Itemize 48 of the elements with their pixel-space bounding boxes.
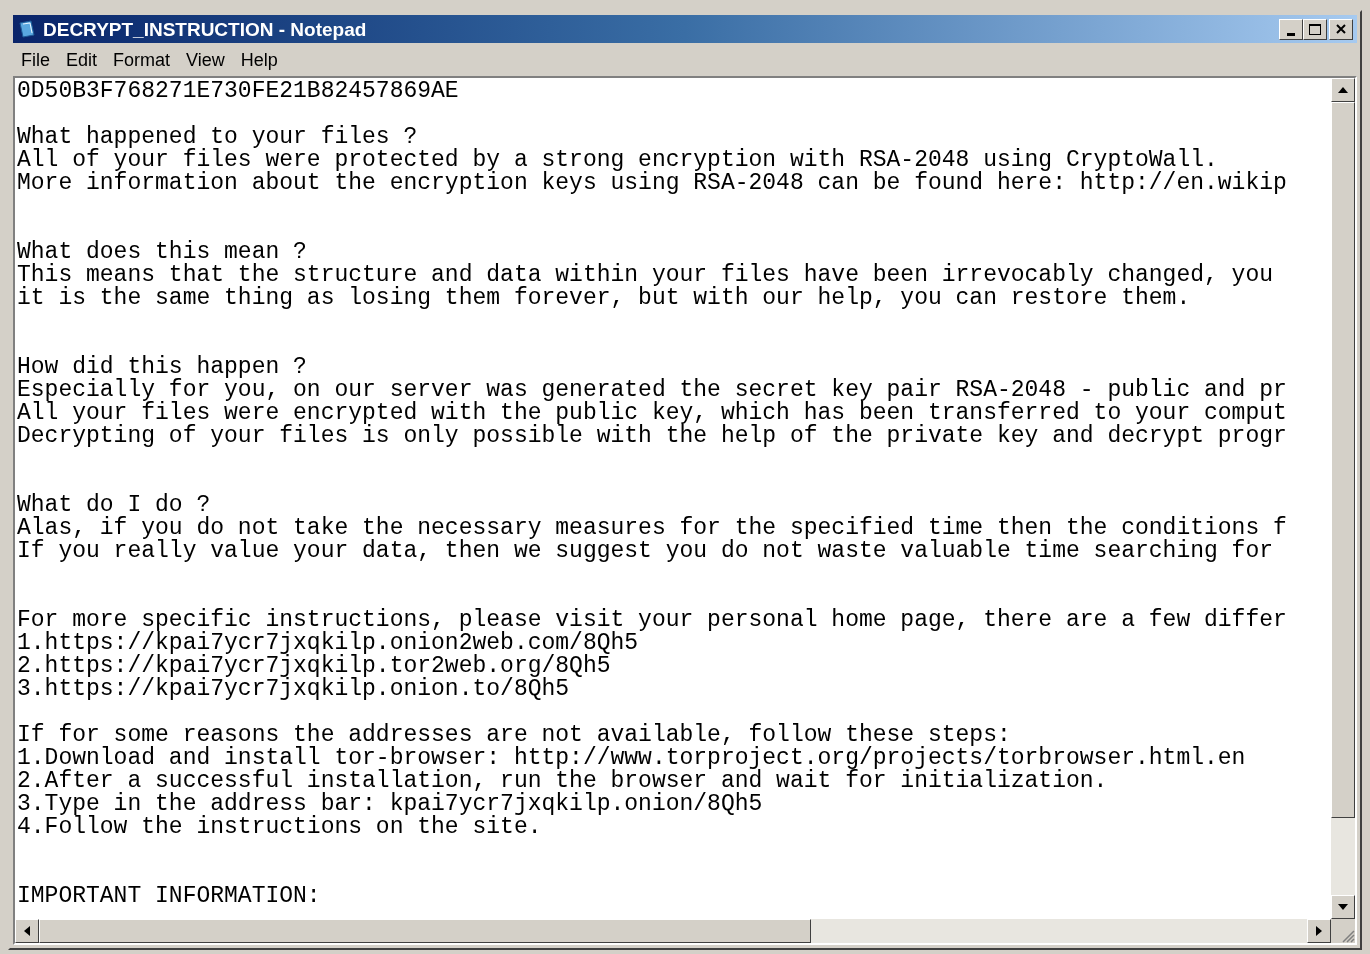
text-line: All your files were encrypted with the public key, which has been transferred to your comput [17,402,1287,425]
close-icon [1336,24,1346,34]
text-line: What do I do ? [17,494,211,517]
scroll-thumb[interactable] [39,919,811,943]
close-button[interactable] [1329,18,1353,40]
text-line: 4.Follow the instructions on the site. [17,816,542,839]
text-line: 2.After a successful installation, run the browser and wait for initialization. [17,770,1108,793]
text-line: If you really value your data, then we suggest you do not waste valuable time searching for [17,540,1273,563]
text-line: How did this happen ? [17,356,307,379]
down-arrow-icon [1338,904,1348,910]
text-line: IMPORTANT INFORMATION: [17,885,321,908]
menu-item[interactable]: Edit [60,50,104,69]
maximize-icon [1309,23,1321,35]
menu-item[interactable]: Format [107,50,177,69]
scroll-up-button[interactable] [1331,78,1355,102]
text-line: Decrypting of your files is only possible with the help of the private key and decrypt progr [17,425,1287,448]
horizontal-scrollbar[interactable] [15,919,1331,943]
text-line: 3.https://kpai7ycr7jxqkilp.onion.to/8Qh5 [17,678,570,701]
menu-item[interactable]: File [15,50,56,69]
menu-item[interactable]: Help [234,50,284,69]
text-line: What does this mean ? [17,241,307,264]
scroll-left-button[interactable] [15,919,39,943]
text-line: If for some reasons the addresses are not available, follow these steps: [17,724,1011,747]
scroll-down-button[interactable] [1331,895,1355,919]
maximize-button[interactable] [1303,18,1327,40]
text-line: More information about the encryption keys using RSA-2048 can be found here: http://en.wikip [17,172,1287,195]
menu-item[interactable]: View [180,50,231,69]
text-line: Especially for you, on our server was generated the secret key pair RSA-2048 - public and pr [17,379,1287,402]
left-arrow-icon [24,926,30,936]
text-line: For more specific instructions, please visit your personal home page, there are a few differ [17,609,1287,632]
minimize-icon [1287,32,1295,36]
text-line: Alas, if you do not take the necessary measures for the specified time then the conditions f [17,517,1287,540]
text-line: it is the same thing as losing them forever, but with our help, you can restore them. [17,287,1191,310]
text-line: 0D50B3F768271E730FE21B82457869AE [17,80,459,103]
text-line: 1.https://kpai7ycr7jxqkilp.onion2web.com/8Qh5 [17,632,639,655]
text-line: What happened to your files ? [17,126,418,149]
text-line: This means that the structure and data within your files have been irrevocably changed, you [17,264,1273,287]
minimize-button[interactable] [1279,18,1303,40]
window-title: DECRYPT_INSTRUCTION - Notepad [43,19,367,39]
resize-grip-icon[interactable] [1341,929,1355,943]
scroll-right-button[interactable] [1307,919,1331,943]
text-line: All of your files were protected by a strong encryption with RSA-2048 using CryptoWall. [17,149,1218,172]
text-line: 2.https://kpai7ycr7jxqkilp.tor2web.org/8Qh5 [17,655,611,678]
notepad-icon [17,19,37,39]
right-arrow-icon [1316,926,1322,936]
text-line: 1.Download and install tor-browser: http://www.torproject.org/projects/torbrowser.html.en [17,747,1246,770]
up-arrow-icon [1338,87,1348,93]
text-line: 3.Type in the address bar: kpai7ycr7jxqkilp.onion/8Qh5 [17,793,763,816]
